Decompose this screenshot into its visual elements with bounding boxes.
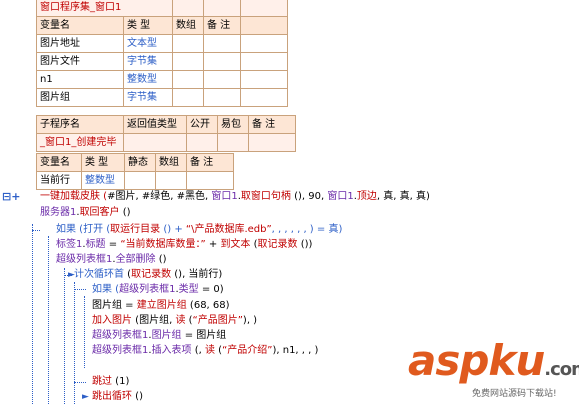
jump-arrow-icon: ►	[82, 392, 89, 402]
var-name-cell[interactable]: 图片地址	[36, 34, 124, 53]
empty-cell[interactable]	[172, 0, 204, 17]
note-cell[interactable]	[248, 133, 296, 152]
assembly-title-cell[interactable]: 窗口程序集_窗口1	[36, 0, 173, 17]
var-note-cell[interactable]	[203, 52, 241, 71]
table-row[interactable]: _窗口1_创建完毕	[36, 133, 296, 152]
empty-cell	[240, 16, 288, 35]
indent-guide	[74, 289, 86, 290]
code-line[interactable]: 跳过 (1)	[92, 375, 129, 389]
empty-cell	[240, 52, 288, 71]
header-cell: 备 注	[203, 16, 241, 35]
easy-pack-cell[interactable]	[217, 133, 249, 152]
indent-guide	[48, 236, 49, 404]
header-cell: 公开	[186, 115, 218, 134]
indent-guide	[74, 382, 86, 383]
table-row[interactable]: 图片地址 文本型	[36, 34, 288, 53]
empty-cell[interactable]	[240, 0, 288, 17]
return-type-cell[interactable]	[123, 133, 187, 152]
header-cell: 子程序名	[36, 115, 124, 134]
code-line[interactable]: 计次循环首 (取记录数 (), 当前行)	[74, 268, 222, 282]
header-cell: 返回值类型	[123, 115, 187, 134]
var-note-cell[interactable]	[203, 34, 241, 53]
watermark-logo: aspku.com 免费网站源码下载站!	[408, 336, 579, 400]
empty-cell[interactable]	[203, 0, 241, 17]
var-note-cell[interactable]	[203, 88, 241, 107]
var-name-cell[interactable]: 图片组	[36, 88, 124, 107]
var-type-cell[interactable]: 文本型	[123, 34, 173, 53]
code-line[interactable]: 跳出循环 ()	[92, 390, 143, 404]
code-line[interactable]: 超级列表框1.插入表项 (, 读 (“产品介绍”), n1, , , )	[92, 344, 318, 358]
var-type-cell[interactable]: 字节集	[123, 52, 173, 71]
empty-cell	[240, 34, 288, 53]
code-line[interactable]: 图片组 = 建立图片组 (68, 68)	[92, 299, 230, 313]
var-array-cell[interactable]	[172, 34, 204, 53]
var-note-cell[interactable]	[203, 70, 241, 89]
array-cell[interactable]	[155, 171, 187, 190]
code-line[interactable]: 服务器1.取回客户 ()	[40, 206, 131, 220]
empty-cell	[240, 88, 288, 107]
code-line[interactable]: 加入图片 (图片组, 读 (“产品图片”), )	[92, 314, 257, 328]
assembly-variable-table: 窗口程序集_窗口1 变量名 类 型 数组 备 注 图片地址 文本型 图片文件 字…	[36, 0, 288, 107]
static-cell[interactable]	[124, 171, 156, 190]
var-array-cell[interactable]	[172, 52, 204, 71]
var-array-cell[interactable]	[172, 88, 204, 107]
indent-guide	[74, 282, 75, 404]
header-cell: 易包	[217, 115, 249, 134]
code-line[interactable]: 超级列表框1.图片组 = 图片组	[92, 329, 226, 343]
local-variable-table: 变量名 类 型 静态 数组 备 注 当前行 整数型	[36, 153, 234, 190]
indent-guide	[32, 230, 40, 231]
header-cell: 数组	[155, 153, 187, 172]
header-cell: 类 型	[81, 153, 125, 172]
header-cell: 静态	[124, 153, 156, 172]
var-type-cell[interactable]: 整数型	[123, 70, 173, 89]
assembly-title: 窗口程序集_窗口1	[40, 1, 122, 13]
header-cell: 变量名	[36, 153, 82, 172]
code-line[interactable]: 超级列表框1.全部删除 ()	[56, 253, 167, 267]
public-cell[interactable]	[186, 133, 218, 152]
header-cell: 变量名	[36, 16, 124, 35]
indent-guide	[32, 224, 33, 404]
header-cell: 备 注	[248, 115, 296, 134]
header-cell: 数组	[172, 16, 204, 35]
indent-guide	[64, 268, 65, 404]
var-name-cell[interactable]: 当前行	[36, 171, 82, 190]
note-cell[interactable]	[186, 171, 234, 190]
code-line[interactable]: 标签1.标题 = “当前数据库数量：” + 到文本 (取记录数 ())	[56, 238, 312, 252]
subroutine-name-cell[interactable]: _窗口1_创建完毕	[36, 133, 124, 152]
var-type-cell[interactable]: 整数型	[81, 171, 125, 190]
code-line[interactable]: 一键加载皮肤 (#图片, #绿色, #黑色, 窗口1.取窗口句柄 (), 90,…	[40, 190, 430, 204]
table-row[interactable]: 当前行 整数型	[36, 171, 234, 190]
code-line[interactable]: 如果 (超级列表框1.类型 = 0)	[92, 283, 224, 297]
header-cell: 备 注	[186, 153, 234, 172]
code-line[interactable]: 如果 (打开 (取运行目录 () + “\产品数据库.edb”, , , , ,…	[56, 223, 342, 237]
table-row[interactable]: 图片组 字节集	[36, 88, 288, 107]
collapse-icon[interactable]: ⊟+	[2, 190, 20, 203]
table-row[interactable]: n1 整数型	[36, 70, 288, 89]
table-row[interactable]: 图片文件 字节集	[36, 52, 288, 71]
indent-guide	[84, 296, 85, 368]
header-cell: 类 型	[123, 16, 173, 35]
empty-cell	[240, 70, 288, 89]
subroutine-table: 子程序名 返回值类型 公开 易包 备 注 _窗口1_创建完毕	[36, 115, 296, 152]
var-name-cell[interactable]: 图片文件	[36, 52, 124, 71]
var-array-cell[interactable]	[172, 70, 204, 89]
var-name-cell[interactable]: n1	[36, 70, 124, 89]
var-type-cell[interactable]: 字节集	[123, 88, 173, 107]
